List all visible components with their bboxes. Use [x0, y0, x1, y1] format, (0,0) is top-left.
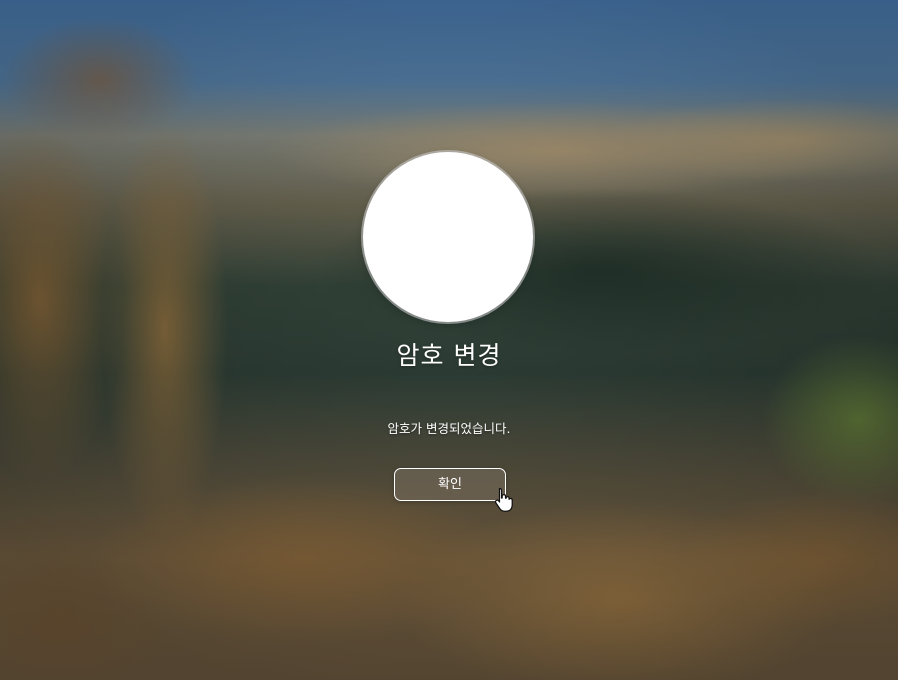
dialog-title: 암호 변경	[396, 341, 502, 370]
user-avatar	[363, 152, 533, 322]
password-change-screen: 암호 변경 암호가 변경되었습니다. 확인	[0, 0, 898, 680]
hand-pointer-cursor-icon	[494, 487, 513, 512]
status-message: 암호가 변경되었습니다.	[387, 421, 511, 436]
dialog-content: 암호 변경 암호가 변경되었습니다. 확인	[0, 0, 898, 680]
confirm-button[interactable]: 확인	[394, 468, 506, 501]
